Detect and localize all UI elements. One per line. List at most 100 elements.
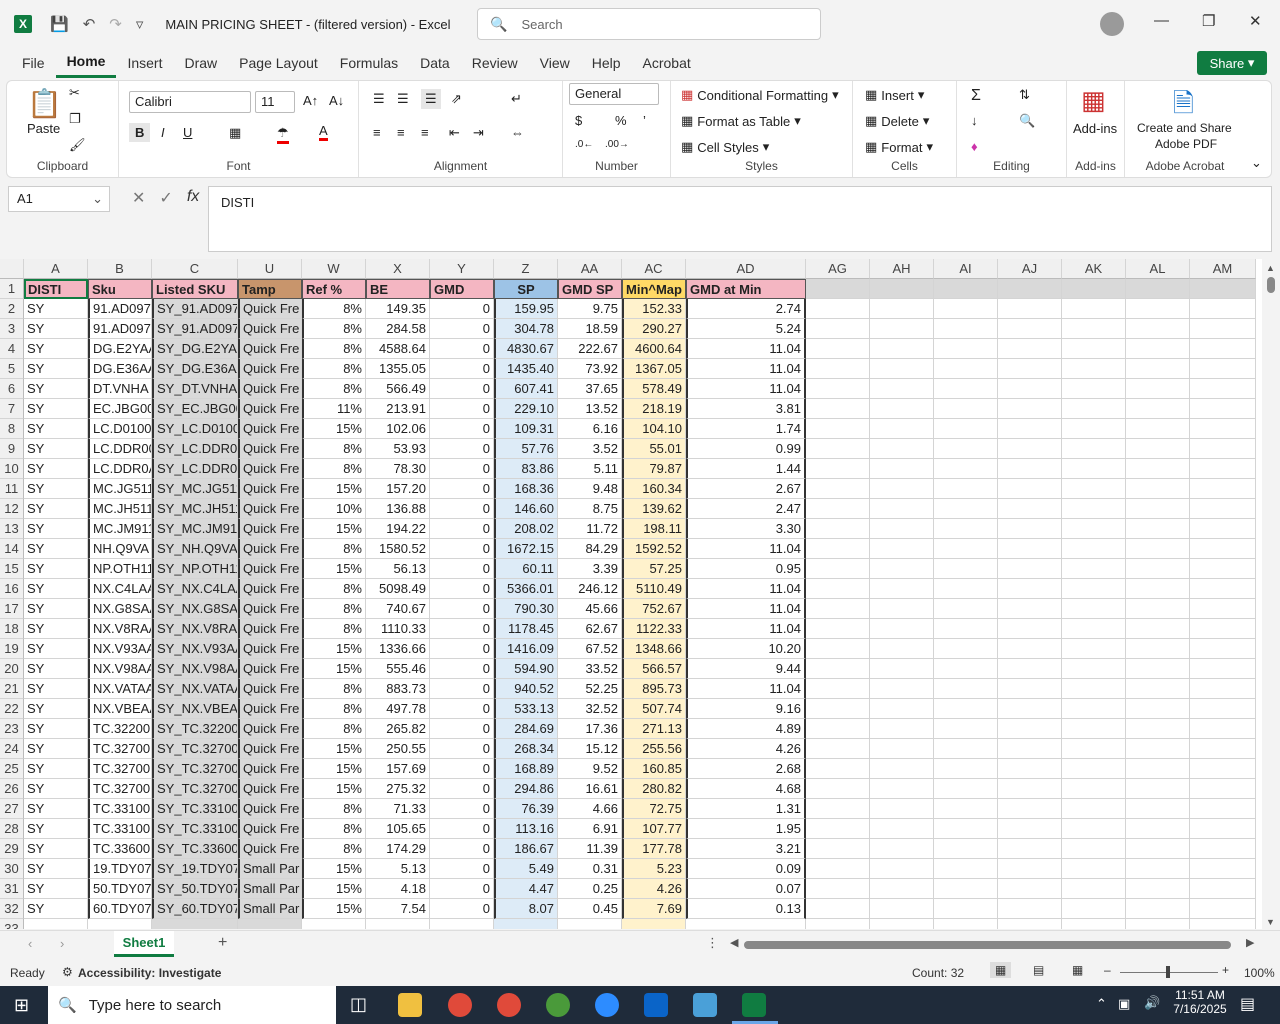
empty-cell[interactable] [806, 719, 870, 739]
close-icon[interactable]: ✕ [1249, 12, 1262, 30]
empty-cell[interactable] [870, 719, 934, 739]
empty-header-cell[interactable] [870, 279, 934, 299]
data-cell[interactable]: Quick Fre [238, 579, 302, 599]
data-cell[interactable]: 1178.45 [494, 619, 558, 639]
column-header[interactable]: AC [622, 259, 686, 279]
empty-cell[interactable] [1126, 559, 1190, 579]
data-cell[interactable]: 1435.40 [494, 359, 558, 379]
empty-cell[interactable] [998, 499, 1062, 519]
copy-icon[interactable]: ❐ [69, 111, 81, 127]
data-cell[interactable]: SY_LC.DDR0A [152, 459, 238, 479]
empty-cell[interactable] [1126, 539, 1190, 559]
empty-cell[interactable] [806, 819, 870, 839]
data-cell[interactable]: 11.04 [686, 359, 806, 379]
data-cell[interactable]: 5.24 [686, 319, 806, 339]
data-cell[interactable]: SY [24, 339, 88, 359]
row-header[interactable]: 12 [0, 499, 24, 519]
data-cell[interactable]: 0 [430, 879, 494, 899]
data-cell[interactable]: SY_EC.JBG00. [152, 399, 238, 419]
data-cell[interactable]: 159.95 [494, 299, 558, 319]
data-cell[interactable]: 246.12 [558, 579, 622, 599]
empty-cell[interactable] [870, 799, 934, 819]
empty-cell[interactable] [1190, 299, 1256, 319]
data-cell[interactable]: SY [24, 299, 88, 319]
data-cell[interactable]: 15% [302, 659, 366, 679]
customize-toolbar-icon[interactable]: ▿ [136, 15, 144, 33]
enter-icon[interactable]: ✓ [159, 188, 172, 208]
data-cell[interactable]: Quick Fre [238, 459, 302, 479]
data-cell[interactable]: 9.44 [686, 659, 806, 679]
row-header[interactable]: 24 [0, 739, 24, 759]
column-header[interactable]: B [88, 259, 152, 279]
data-cell[interactable]: Quick Fre [238, 639, 302, 659]
empty-cell[interactable] [1062, 859, 1126, 879]
empty-cell[interactable] [806, 779, 870, 799]
empty-cell[interactable] [1062, 319, 1126, 339]
data-cell[interactable]: 594.90 [494, 659, 558, 679]
data-cell[interactable]: 0 [430, 679, 494, 699]
data-cell[interactable]: SY [24, 639, 88, 659]
empty-cell[interactable] [934, 299, 998, 319]
empty-cell[interactable] [1126, 819, 1190, 839]
data-cell[interactable]: 0 [430, 859, 494, 879]
data-cell[interactable]: SY [24, 819, 88, 839]
data-cell[interactable]: MC.JM911 [88, 519, 152, 539]
column-header[interactable]: AI [934, 259, 998, 279]
header-cell[interactable]: BE [366, 279, 430, 299]
empty-cell[interactable] [806, 639, 870, 659]
empty-cell[interactable] [998, 879, 1062, 899]
partial-row-cell[interactable] [152, 919, 238, 929]
data-cell[interactable]: SY_TC.32700. [152, 779, 238, 799]
data-cell[interactable]: 15% [302, 639, 366, 659]
row-header[interactable]: 2 [0, 299, 24, 319]
empty-cell[interactable] [806, 579, 870, 599]
data-cell[interactable]: SY [24, 319, 88, 339]
data-cell[interactable]: 4830.67 [494, 339, 558, 359]
data-cell[interactable]: 9.52 [558, 759, 622, 779]
row-header[interactable]: 31 [0, 879, 24, 899]
data-cell[interactable]: 13.52 [558, 399, 622, 419]
empty-cell[interactable] [998, 399, 1062, 419]
data-cell[interactable]: 8% [302, 579, 366, 599]
data-cell[interactable]: SY [24, 519, 88, 539]
column-header[interactable]: X [366, 259, 430, 279]
data-cell[interactable]: 9.16 [686, 699, 806, 719]
row-header[interactable]: 26 [0, 779, 24, 799]
empty-cell[interactable] [870, 659, 934, 679]
column-header[interactable]: AM [1190, 259, 1256, 279]
row-header[interactable]: 33 [0, 919, 24, 929]
empty-header-cell[interactable] [1126, 279, 1190, 299]
data-cell[interactable]: 8% [302, 359, 366, 379]
column-header[interactable]: AJ [998, 259, 1062, 279]
data-cell[interactable]: 15% [302, 759, 366, 779]
data-cell[interactable]: 555.46 [366, 659, 430, 679]
empty-cell[interactable] [998, 819, 1062, 839]
data-cell[interactable]: 104.10 [622, 419, 686, 439]
tab-acrobat[interactable]: Acrobat [632, 48, 702, 78]
data-cell[interactable]: 0 [430, 299, 494, 319]
empty-cell[interactable] [806, 739, 870, 759]
data-cell[interactable]: 3.81 [686, 399, 806, 419]
data-cell[interactable]: 0 [430, 419, 494, 439]
paste-icon[interactable]: 📋 [27, 87, 62, 120]
partial-row-cell[interactable] [622, 919, 686, 929]
row-header[interactable]: 28 [0, 819, 24, 839]
empty-cell[interactable] [1062, 719, 1126, 739]
data-cell[interactable]: 1348.66 [622, 639, 686, 659]
data-cell[interactable]: 0 [430, 599, 494, 619]
empty-cell[interactable] [870, 819, 934, 839]
column-header[interactable]: AA [558, 259, 622, 279]
data-cell[interactable]: 73.92 [558, 359, 622, 379]
data-cell[interactable]: 168.89 [494, 759, 558, 779]
empty-cell[interactable] [934, 559, 998, 579]
increase-indent-icon[interactable]: ⇥ [473, 125, 484, 141]
data-cell[interactable]: 15.12 [558, 739, 622, 759]
number-format-select[interactable]: General [569, 83, 659, 105]
cell-styles-button[interactable]: ▦ Cell Styles ▾ [681, 139, 769, 155]
zoom-slider-thumb[interactable] [1166, 966, 1170, 978]
empty-cell[interactable] [1126, 839, 1190, 859]
data-cell[interactable]: 15% [302, 479, 366, 499]
data-cell[interactable]: 0.07 [686, 879, 806, 899]
empty-cell[interactable] [1190, 839, 1256, 859]
empty-cell[interactable] [1190, 739, 1256, 759]
